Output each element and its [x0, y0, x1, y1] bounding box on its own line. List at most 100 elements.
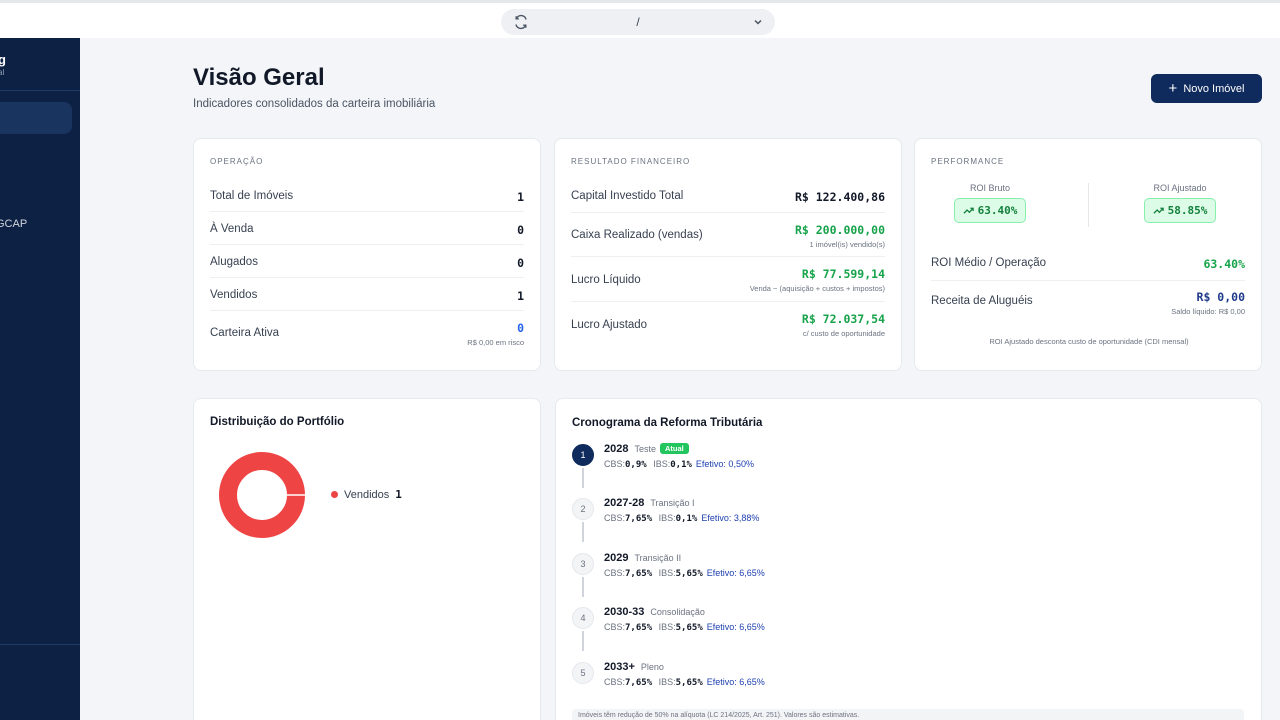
url-text: /	[636, 15, 640, 29]
fin-row-cash: Caixa Realizado (vendas) R$ 200.000,00 1…	[571, 213, 885, 257]
ibs-label: IBS:	[658, 568, 676, 578]
cbs-value: 7,65%	[625, 514, 653, 524]
stat-label: À Venda	[210, 223, 254, 235]
timeline-connector	[582, 577, 584, 597]
timeline-year-text: 2033+	[604, 661, 635, 673]
timeline-footnote: Imóveis têm redução de 50% na alíquota (…	[572, 709, 1244, 720]
timeline-year: 2027-28 Transição I	[604, 497, 695, 509]
current-badge: Atual	[660, 443, 689, 454]
cbs-label: CBS:	[604, 677, 626, 687]
roi-gross-value: 63.40%	[977, 204, 1018, 217]
ibs-label: IBS:	[653, 459, 671, 469]
timeline-rates: CBS:0,9% IBS:0,1% Efetivo: 0,50%	[604, 459, 754, 470]
financial-card: RESULTADO FINANCEIRO Capital Investido T…	[554, 138, 902, 371]
url-bar[interactable]: /	[501, 9, 775, 35]
ibs-label: IBS:	[658, 622, 676, 632]
roi-adjusted-label: ROI Ajustado	[1153, 183, 1207, 193]
timeline-phase: Transição II	[634, 553, 682, 563]
fin-subtext: c/ custo de oportunidade	[802, 329, 885, 338]
stat-subtext: R$ 0,00 em risco	[467, 338, 524, 347]
fin-subtext: 1 imóvel(is) vendido(s)	[809, 240, 885, 249]
timeline-step-circle: 4	[572, 607, 594, 629]
timeline-phase: Pleno	[640, 662, 664, 672]
timeline-step-circle: 5	[572, 662, 594, 684]
fin-label: Caixa Realizado (vendas)	[571, 229, 703, 241]
timeline-year-text: 2027-28	[604, 497, 645, 509]
stat-value: 1	[517, 190, 524, 204]
legend-count: 1	[395, 488, 402, 501]
fin-row-net-profit: Lucro Líquido R$ 77.599,14 Venda − (aqui…	[571, 257, 885, 302]
operation-card-label: OPERAÇÃO	[210, 157, 264, 166]
perf-label: Receita de Aluguéis	[931, 295, 1033, 307]
stat-value: 0	[517, 256, 524, 270]
stat-row-sold: Vendidos 1	[210, 278, 524, 311]
timeline-year: 2030-33 Consolidação	[604, 606, 705, 618]
perf-label: ROI Médio / Operação	[931, 257, 1047, 269]
stat-label: Alugados	[210, 256, 258, 268]
timeline-year: 2028 Teste Atual	[604, 443, 689, 455]
sidebar-divider-bottom	[0, 644, 80, 645]
roi-gross: ROI Bruto 63.40%	[915, 183, 1065, 223]
cbs-label: CBS:	[604, 459, 626, 469]
performance-card: PERFORMANCE ROI Bruto 63.40% ROI Ajustad…	[914, 138, 1262, 371]
fin-value: R$ 200.000,00	[794, 223, 885, 237]
stat-value: 1	[517, 289, 524, 303]
timeline-year: 2029 Transição II	[604, 552, 681, 564]
ibs-label: IBS:	[658, 677, 676, 687]
fin-label: Lucro Líquido	[571, 274, 641, 286]
ibs-value: 5,65%	[675, 678, 703, 688]
roi-adjusted-value: 58.85%	[1167, 204, 1208, 217]
perf-value: R$ 0,00	[1196, 290, 1245, 304]
tax-timeline-card: Cronograma da Reforma Tributária 1 2028 Te…	[555, 398, 1262, 720]
ibs-value: 0,1%	[670, 460, 692, 470]
effective-rate: Efetivo: 6,65%	[706, 568, 765, 578]
perf-value: 63.40%	[1203, 257, 1245, 271]
performance-card-label: PERFORMANCE	[931, 157, 1005, 166]
timeline-title: Cronograma da Reforma Tributária	[572, 417, 763, 429]
timeline-step-number: 3	[580, 559, 586, 569]
timeline-step-circle: 1	[572, 444, 594, 466]
timeline-rates: CBS:7,65% IBS:5,65% Efetivo: 6,65%	[604, 677, 765, 688]
roi-separator	[1088, 183, 1089, 227]
timeline-year-text: 2028	[604, 443, 629, 455]
timeline-connector	[582, 631, 584, 651]
cbs-label: CBS:	[604, 622, 626, 632]
sidebar: g al GCAP	[0, 38, 80, 720]
timeline-rates: CBS:7,65% IBS:5,65% Efetivo: 6,65%	[604, 568, 765, 579]
sidebar-divider	[0, 90, 80, 91]
ibs-label: IBS:	[658, 513, 676, 523]
donut-slice-vendidos	[219, 452, 305, 538]
fin-value: R$ 122.400,86	[794, 190, 885, 204]
operation-card: OPERAÇÃO Total de Imóveis 1 À Venda 0 Al…	[193, 138, 541, 371]
perf-subtext: Saldo líquido: R$ 0,00	[1171, 307, 1245, 316]
stat-label: Total de Imóveis	[210, 190, 294, 202]
chevron-down-icon[interactable]	[751, 15, 765, 29]
ibs-value: 5,65%	[675, 623, 703, 633]
roi-gross-badge: 63.40%	[953, 198, 1027, 223]
portfolio-card: Distribuição do Portfólio Vendidos 1	[193, 398, 541, 720]
ibs-value: 5,65%	[675, 569, 703, 579]
page-subtitle: Indicadores consolidados da carteira imo…	[193, 98, 436, 110]
stat-value: 0	[517, 223, 524, 237]
effective-rate: Efetivo: 3,88%	[701, 513, 760, 523]
stat-value: 0	[517, 321, 524, 335]
timeline-step-number: 1	[580, 450, 586, 460]
legend-dot	[331, 491, 338, 498]
page-title: Visão Geral	[193, 64, 325, 91]
trending-up-icon	[1153, 207, 1164, 214]
sidebar-item-gcap[interactable]: GCAP	[0, 218, 27, 230]
fin-subtext: Venda − (aquisição + custos + impostos)	[749, 284, 885, 293]
perf-note: ROI Ajustado desconta custo de oportunid…	[989, 337, 1189, 346]
portfolio-donut-chart	[219, 452, 305, 538]
fin-row-adjusted-profit: Lucro Ajustado R$ 72.037,54 c/ custo de …	[571, 302, 885, 347]
portfolio-title: Distribuição do Portfólio	[210, 416, 345, 428]
sidebar-brand-subtitle: al	[0, 68, 5, 77]
timeline-phase: Teste	[634, 444, 656, 454]
cbs-label: CBS:	[604, 568, 626, 578]
browser-toolbar: /	[0, 0, 1280, 38]
sidebar-item-active[interactable]	[0, 102, 72, 134]
new-property-button[interactable]: + Novo Imóvel	[1151, 74, 1262, 103]
timeline-step-number: 5	[580, 668, 586, 678]
cbs-value: 7,65%	[625, 569, 653, 579]
timeline-year: 2033+ Pleno	[604, 661, 664, 673]
